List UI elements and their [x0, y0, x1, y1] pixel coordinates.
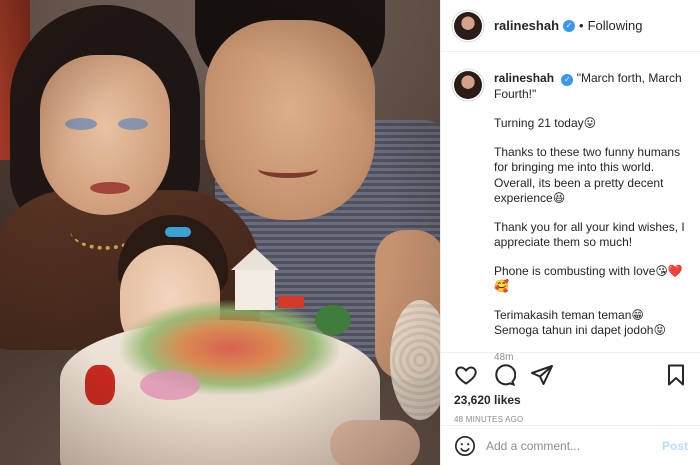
comment-input[interactable]	[486, 438, 662, 453]
post-timestamp[interactable]: 48 MINUTES AGO	[454, 415, 688, 424]
bookmark-icon[interactable]	[664, 363, 688, 387]
post-username[interactable]: ralineshah	[494, 18, 559, 33]
following-button[interactable]: Following	[588, 18, 643, 33]
caption-area: ralineshah ✓ "March forth, March Fourth!…	[441, 53, 700, 363]
heart-icon[interactable]	[454, 363, 478, 387]
caption-paragraph: Thank you for all your kind wishes, I ap…	[494, 219, 685, 250]
caption-paragraph: Thanks to these two funny humans for bri…	[494, 144, 681, 206]
post-side-panel: ralineshah ✓ • Following ralineshah ✓ "M…	[440, 0, 700, 465]
likes-count[interactable]: 23,620 likes	[454, 393, 688, 407]
caption-paragraph: Phone is combusting with love😘❤️🥰	[494, 263, 683, 294]
emoji-icon[interactable]	[454, 435, 476, 457]
caption-row: ralineshah ✓ "March forth, March Fourth!…	[454, 71, 688, 365]
photo-vignette	[0, 0, 440, 465]
post-photo[interactable]	[0, 0, 440, 465]
share-icon[interactable]	[530, 363, 554, 387]
caption-username[interactable]: ralineshah	[494, 71, 554, 85]
post-actions: 23,620 likes 48 MINUTES AGO	[441, 352, 700, 424]
post-header: ralineshah ✓ • Following	[441, 0, 700, 52]
avatar[interactable]	[454, 11, 482, 40]
post-comment-button[interactable]: Post	[662, 439, 688, 453]
comment-box: Post	[441, 425, 700, 465]
caption-verified-badge-icon: ✓	[561, 73, 574, 86]
header-separator: •	[579, 18, 584, 33]
comment-icon[interactable]	[492, 363, 516, 387]
verified-badge-icon: ✓	[563, 19, 576, 32]
caption-avatar[interactable]	[454, 71, 482, 99]
caption-text: ralineshah ✓ "March forth, March Fourth!…	[494, 71, 688, 365]
caption-first-line: ralineshah ✓ "March forth, March Fourth!…	[494, 71, 688, 102]
caption-paragraph: Terimakasih teman teman😁 Semoga tahun in…	[494, 307, 666, 338]
caption-paragraph: Turning 21 today😛	[494, 116, 597, 130]
action-icons	[454, 359, 688, 391]
